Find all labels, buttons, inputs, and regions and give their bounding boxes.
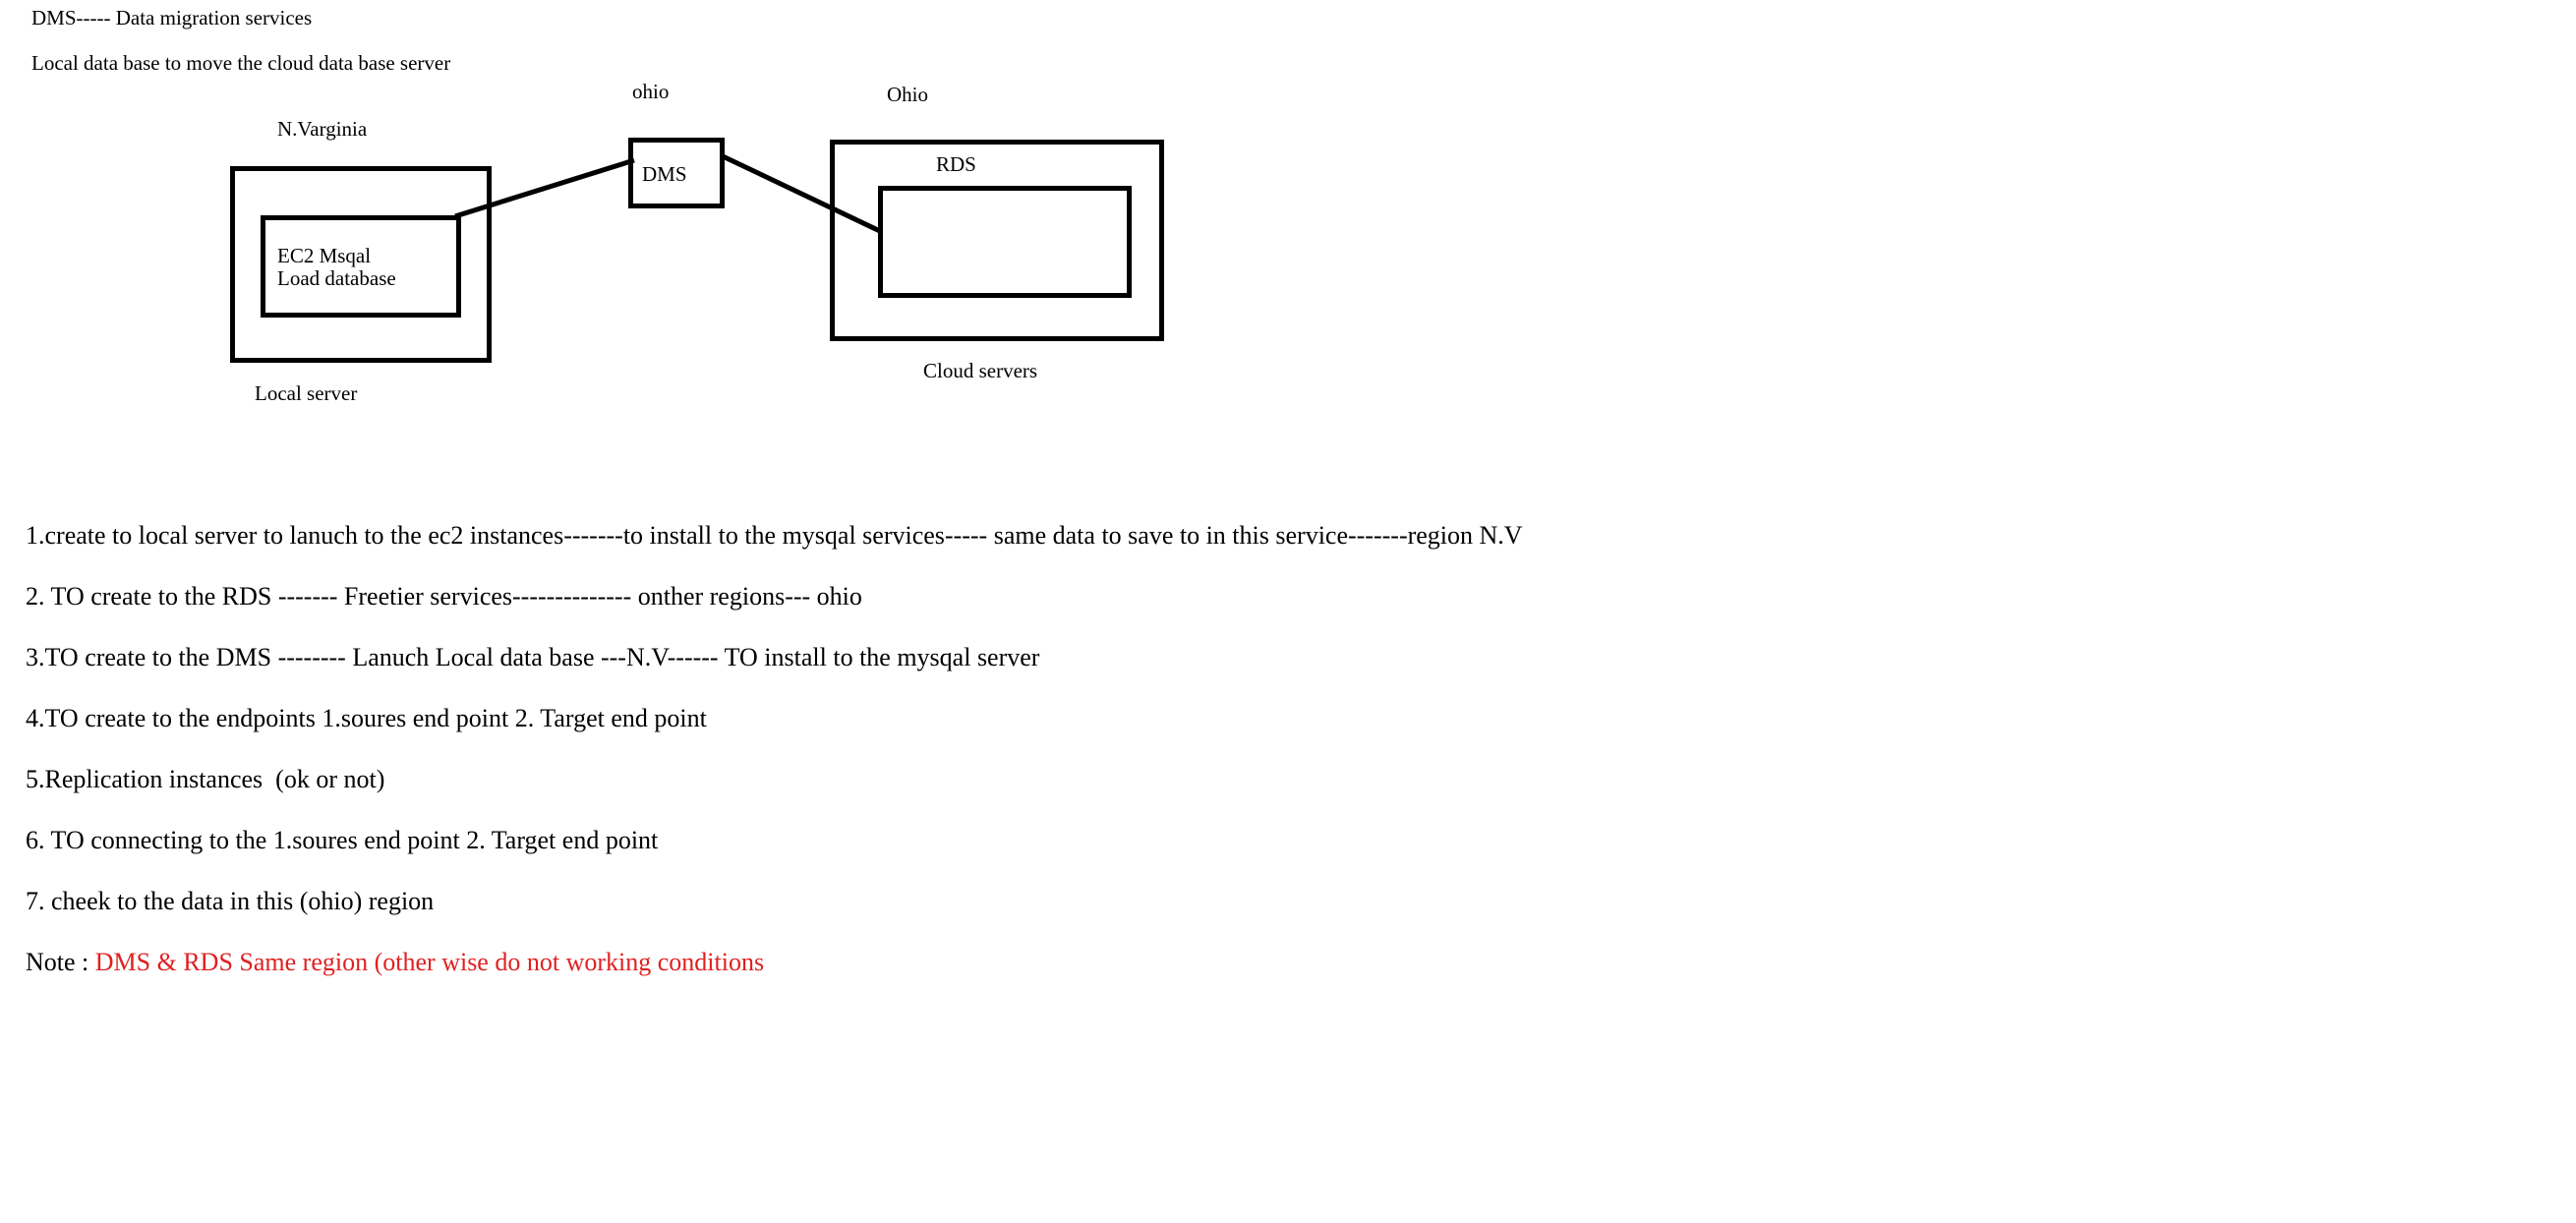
connector-dms-to-rds — [719, 152, 884, 235]
step-2: 2. TO create to the RDS ------- Freetier… — [26, 582, 862, 611]
step-5: 5.Replication instances (ok or not) — [26, 765, 385, 793]
connector-ec2-to-dms — [454, 157, 635, 219]
connector-lines — [454, 152, 884, 235]
step-7: 7. cheek to the data in this (ohio) regi… — [26, 887, 435, 915]
note-line: Note : DMS & RDS Same region (other wise… — [26, 950, 764, 975]
step-6: 6. TO connecting to the 1.soures end poi… — [26, 826, 659, 854]
step-1: 1.create to local server to lanuch to th… — [26, 521, 1523, 550]
step-4: 4.TO create to the endpoints 1.soures en… — [26, 704, 707, 732]
step-3: 3.TO create to the DMS -------- Lanuch L… — [26, 643, 1040, 671]
note-prefix: Note : — [26, 948, 95, 976]
note-text: DMS & RDS Same region (other wise do not… — [94, 948, 765, 976]
